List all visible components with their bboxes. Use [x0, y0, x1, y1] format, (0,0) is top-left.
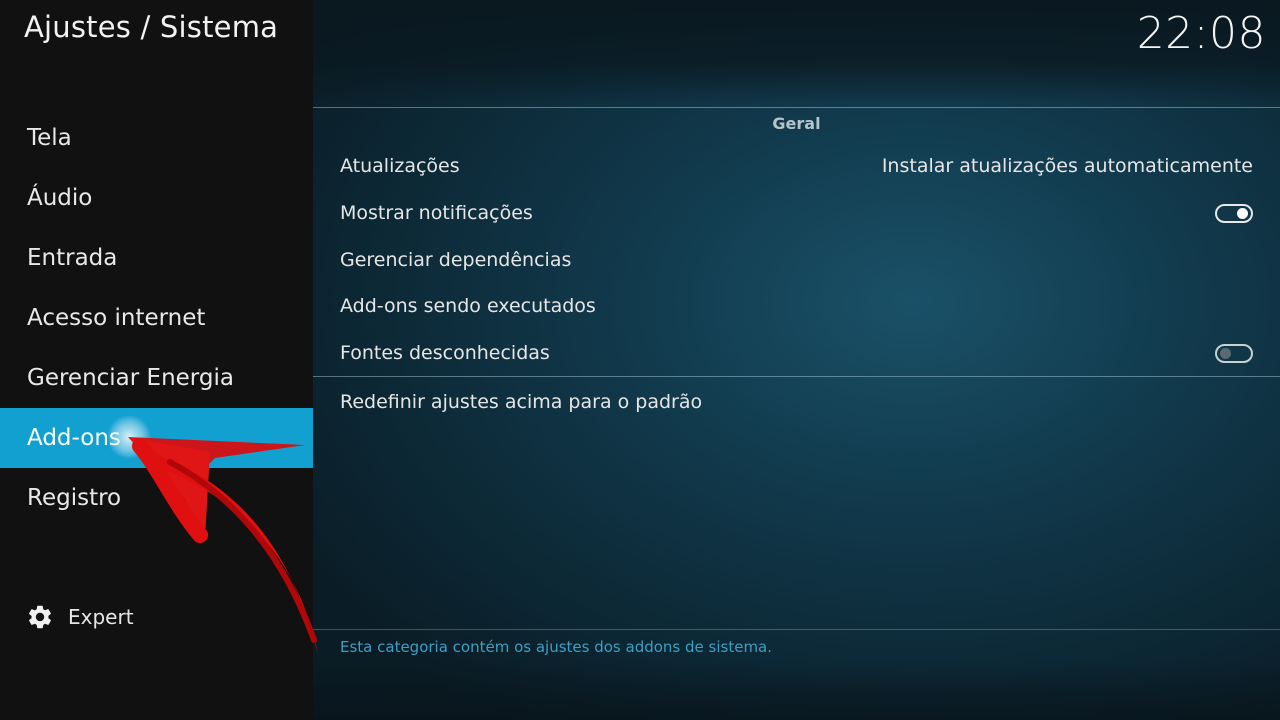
- setting-atualizacoes[interactable]: Atualizações Instalar atualizações autom…: [340, 146, 1253, 186]
- setting-fontes-desconhecidas[interactable]: Fontes desconhecidas: [340, 333, 1253, 373]
- sidebar-item-registro[interactable]: Registro: [0, 468, 313, 528]
- gear-icon: [26, 603, 54, 631]
- sidebar-item-add-ons[interactable]: Add-ons: [0, 408, 313, 468]
- sidebar-item-entrada[interactable]: Entrada: [0, 228, 313, 288]
- category-description: Esta categoria contém os ajustes dos add…: [340, 638, 773, 656]
- toggle-knob: [1237, 207, 1248, 219]
- toggle-switch-on[interactable]: [1215, 203, 1253, 223]
- setting-mostrar-notificacoes[interactable]: Mostrar notificações: [340, 193, 1253, 233]
- divider: [313, 629, 1280, 630]
- page-title: Ajustes / Sistema: [24, 10, 279, 44]
- section-header-geral: Geral: [772, 114, 821, 133]
- sidebar: Ajustes / Sistema Tela Áudio Entrada Ace…: [0, 0, 313, 720]
- sidebar-item-audio[interactable]: Áudio: [0, 168, 313, 228]
- reset-settings-button[interactable]: Redefinir ajustes acima para o padrão: [340, 382, 1253, 422]
- reset-label: Redefinir ajustes acima para o padrão: [340, 391, 703, 413]
- toggle-knob: [1220, 347, 1231, 359]
- setting-label: Atualizações: [340, 155, 460, 177]
- setting-label: Add-ons sendo executados: [340, 295, 596, 317]
- toggle-switch-off[interactable]: [1215, 343, 1253, 363]
- setting-add-ons-sendo-executados[interactable]: Add-ons sendo executados: [340, 286, 1253, 326]
- expert-label: Expert: [68, 605, 134, 629]
- sidebar-item-tela[interactable]: Tela: [0, 108, 313, 168]
- clock: 22:08: [1136, 8, 1266, 59]
- setting-label: Fontes desconhecidas: [340, 342, 550, 364]
- divider: [313, 107, 1280, 108]
- settings-panel: 22:08 Geral Atualizações Instalar atuali…: [313, 0, 1280, 720]
- kodi-settings-window: Ajustes / Sistema Tela Áudio Entrada Ace…: [0, 0, 1280, 720]
- sidebar-item-acesso-internet[interactable]: Acesso internet: [0, 288, 313, 348]
- setting-gerenciar-dependencias[interactable]: Gerenciar dependências: [340, 240, 1253, 280]
- sidebar-item-gerenciar-energia[interactable]: Gerenciar Energia: [0, 348, 313, 408]
- setting-label: Mostrar notificações: [340, 202, 533, 224]
- setting-value: Instalar atualizações automaticamente: [881, 155, 1253, 177]
- expert-level-button[interactable]: Expert: [26, 601, 134, 633]
- divider: [313, 376, 1280, 377]
- setting-label: Gerenciar dependências: [340, 249, 572, 271]
